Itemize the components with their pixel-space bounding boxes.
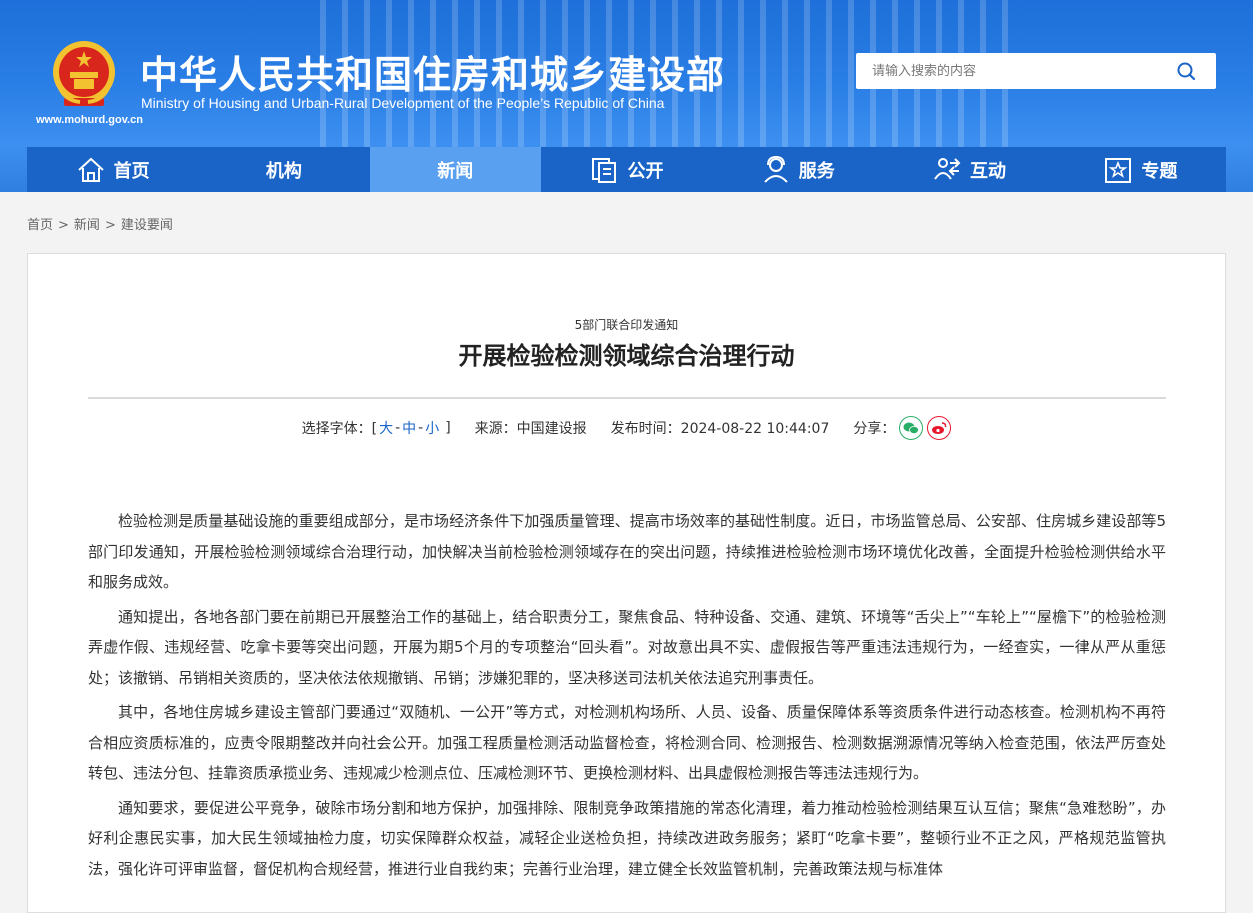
- search-input[interactable]: [856, 53, 1156, 89]
- share-bar: 分享：: [853, 416, 952, 440]
- home-icon: [77, 157, 104, 182]
- national-emblem-icon[interactable]: [50, 38, 118, 110]
- interaction-icon: [934, 157, 961, 180]
- nav-label: 机构: [265, 160, 302, 182]
- article-meta: 选择字体：[ 大 - 中 - 小 ] 来源：中国建设报 发布时间：2024-08…: [28, 416, 1225, 440]
- font-size-label: 选择字体：[: [301, 421, 378, 437]
- nav-item-topics[interactable]: 专题: [1055, 147, 1226, 192]
- person-service-icon: [764, 155, 788, 183]
- article-paragraph: 检验检测是质量基础设施的重要组成部分，是市场经济条件下加强质量管理、提高市场效率…: [88, 512, 1166, 591]
- document-icon: [592, 157, 617, 183]
- article-paragraph: 通知要求，要促进公平竞争，破除市场分割和地方保护，加强排除、限制竞争政策措施的常…: [88, 798, 1166, 878]
- site-header: www.mohurd.gov.cn 中华人民共和国住房和城乡建设部 Minist…: [0, 0, 1253, 192]
- article-published-time: 发布时间：2024-08-22 10:44:07: [610, 421, 830, 437]
- font-size-dash: -: [418, 420, 424, 436]
- site-url: www.mohurd.gov.cn: [36, 114, 143, 126]
- nav-label: 新闻: [437, 160, 474, 182]
- weibo-share-icon[interactable]: [927, 416, 952, 440]
- star-icon: [1105, 157, 1132, 183]
- font-size-close: ]: [445, 420, 451, 436]
- article-panel: 5部门联合印发通知 开展检验检测领域综合治理行动 选择字体：[ 大 - 中 - …: [27, 253, 1226, 913]
- nav-label: 公开: [627, 160, 664, 182]
- article-paragraph: 其中，各地住房城乡建设主管部门要通过“双随机、一公开”等方式，对检测机构场所、人…: [88, 703, 1166, 782]
- breadcrumb: 首页 > 新闻 > 建设要闻: [27, 214, 173, 233]
- site-title[interactable]: 中华人民共和国住房和城乡建设部: [140, 44, 725, 99]
- article-paragraph: 通知提出，各地各部门要在前期已开展整治工作的基础上，结合职责分工，聚焦食品、特种…: [88, 607, 1166, 687]
- nav-item-home[interactable]: 首页: [27, 147, 198, 192]
- site-subtitle: Ministry of Housing and Urban-Rural Deve…: [141, 95, 665, 111]
- breadcrumb-separator: >: [104, 218, 116, 233]
- article-title: 开展检验检测领域综合治理行动: [458, 342, 795, 370]
- article-kicker: 5部门联合印发通知: [574, 318, 679, 332]
- font-size-small-link[interactable]: 小: [425, 418, 439, 438]
- breadcrumb-separator: >: [58, 218, 69, 233]
- font-size-dash: -: [395, 420, 401, 436]
- search-icon[interactable]: [1176, 61, 1196, 81]
- search-box: [856, 53, 1216, 89]
- title-divider: [88, 397, 1166, 399]
- main-nav: 首页 机构 新闻 公开 服务 互动 专题: [27, 147, 1226, 192]
- font-size-selector: 选择字体：[ 大 - 中 - 小 ]: [302, 418, 451, 438]
- nav-item-institutions[interactable]: 机构: [198, 147, 369, 192]
- nav-label: 互动: [970, 160, 1007, 182]
- breadcrumb-current[interactable]: 建设要闻: [121, 218, 173, 233]
- share-label: 分享：: [853, 421, 896, 437]
- font-size-medium-link[interactable]: 中: [402, 418, 416, 438]
- breadcrumb-home[interactable]: 首页: [27, 218, 53, 233]
- nav-item-service[interactable]: 服务: [712, 147, 883, 192]
- article-body: 检验检测是质量基础设施的重要组成部分，是市场经济条件下加强质量管理、提高市场效率…: [88, 506, 1166, 888]
- breadcrumb-news[interactable]: 新闻: [74, 218, 100, 233]
- nav-item-interaction[interactable]: 互动: [883, 147, 1054, 192]
- font-size-large-link[interactable]: 大: [379, 418, 393, 438]
- nav-label: 首页: [113, 160, 150, 182]
- article-source: 来源：中国建设报: [474, 421, 587, 437]
- nav-label: 服务: [798, 160, 835, 182]
- nav-label: 专题: [1141, 160, 1178, 182]
- nav-item-public[interactable]: 公开: [541, 147, 712, 192]
- nav-item-news[interactable]: 新闻: [369, 147, 541, 192]
- wechat-share-icon[interactable]: [899, 416, 924, 440]
